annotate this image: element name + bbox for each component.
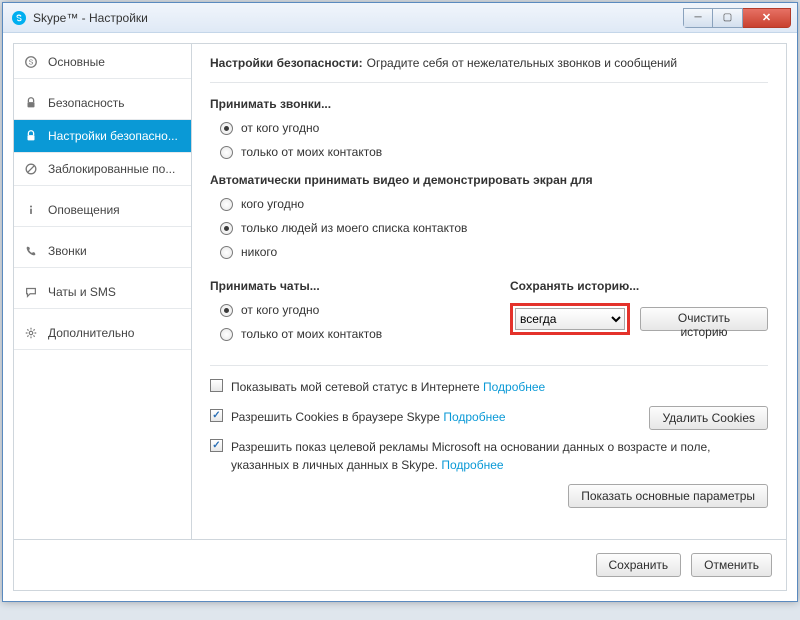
radio-chats-contacts[interactable]: только от моих контактов bbox=[220, 327, 480, 341]
radio-icon bbox=[220, 198, 233, 211]
sidebar-item-security-settings[interactable]: Настройки безопасно... bbox=[14, 120, 191, 153]
sidebar: S Основные Безопасность Настройки безопа… bbox=[14, 44, 192, 539]
chat-icon bbox=[24, 285, 38, 299]
history-select-highlight: всегда bbox=[510, 303, 630, 335]
radio-calls-contacts[interactable]: только от моих контактов bbox=[220, 145, 768, 159]
radio-icon bbox=[220, 304, 233, 317]
heading-bold: Настройки безопасности: bbox=[210, 56, 363, 70]
learn-more-link[interactable]: Подробнее bbox=[441, 458, 503, 472]
sidebar-item-label: Звонки bbox=[48, 244, 87, 258]
sidebar-item-notifications[interactable]: Оповещения bbox=[14, 194, 191, 227]
footer: Сохранить Отменить bbox=[14, 540, 786, 590]
gear-icon bbox=[24, 326, 38, 340]
sidebar-item-label: Заблокированные по... bbox=[48, 162, 175, 176]
radio-icon bbox=[220, 146, 233, 159]
page-heading: Настройки безопасности: Оградите себя от… bbox=[210, 56, 768, 83]
sidebar-item-blocked[interactable]: Заблокированные по... bbox=[14, 153, 191, 186]
checkbox-icon bbox=[210, 409, 223, 422]
sidebar-item-label: Чаты и SMS bbox=[48, 285, 116, 299]
sidebar-item-label: Дополнительно bbox=[48, 326, 134, 340]
minimize-button[interactable]: ─ bbox=[683, 8, 713, 28]
delete-cookies-button[interactable]: Удалить Cookies bbox=[649, 406, 768, 430]
check-allow-cookies[interactable]: Разрешить Cookies в браузере Skype Подро… bbox=[210, 408, 639, 426]
learn-more-link[interactable]: Подробнее bbox=[443, 410, 505, 424]
section-history-title: Сохранять историю... bbox=[510, 279, 768, 293]
radio-label: от кого угодно bbox=[241, 303, 319, 317]
radio-label: только от моих контактов bbox=[241, 327, 382, 341]
lock-icon bbox=[24, 96, 38, 110]
radio-label: только от моих контактов bbox=[241, 145, 382, 159]
section-video-title: Автоматически принимать видео и демонстр… bbox=[210, 173, 768, 187]
blocked-icon bbox=[24, 162, 38, 176]
sidebar-item-chats[interactable]: Чаты и SMS bbox=[14, 276, 191, 309]
sidebar-item-calls[interactable]: Звонки bbox=[14, 235, 191, 268]
radio-label: никого bbox=[241, 245, 277, 259]
clear-history-button[interactable]: Очистить историю bbox=[640, 307, 768, 331]
radio-calls-anyone[interactable]: от кого угодно bbox=[220, 121, 768, 135]
sidebar-item-security[interactable]: Безопасность bbox=[14, 87, 191, 120]
check-allow-ads[interactable]: Разрешить показ целевой рекламы Microsof… bbox=[210, 438, 768, 474]
history-select[interactable]: всегда bbox=[515, 308, 625, 330]
phone-icon bbox=[24, 244, 38, 258]
settings-window: Skype™ - Настройки ─ ▢ ✕ S Основные Безо… bbox=[2, 2, 798, 602]
lock-icon bbox=[24, 129, 38, 143]
checkbox-icon bbox=[210, 439, 223, 452]
close-button[interactable]: ✕ bbox=[743, 8, 791, 28]
skype-icon: S bbox=[24, 55, 38, 69]
radio-video-nobody[interactable]: никого bbox=[220, 245, 768, 259]
sidebar-item-label: Безопасность bbox=[48, 96, 125, 110]
heading-desc: Оградите себя от нежелательных звонков и… bbox=[367, 56, 677, 70]
radio-chats-anyone[interactable]: от кого угодно bbox=[220, 303, 480, 317]
radio-icon bbox=[220, 222, 233, 235]
sidebar-item-label: Основные bbox=[48, 55, 105, 69]
titlebar[interactable]: Skype™ - Настройки ─ ▢ ✕ bbox=[3, 3, 797, 33]
radio-icon bbox=[220, 246, 233, 259]
check-label: Показывать мой сетевой статус в Интернет… bbox=[231, 380, 480, 394]
radio-label: кого угодно bbox=[241, 197, 304, 211]
skype-icon bbox=[11, 10, 27, 26]
sidebar-item-general[interactable]: S Основные bbox=[14, 46, 191, 79]
section-calls-title: Принимать звонки... bbox=[210, 97, 768, 111]
window-controls: ─ ▢ ✕ bbox=[683, 8, 791, 28]
section-chats-title: Принимать чаты... bbox=[210, 279, 480, 293]
save-button[interactable]: Сохранить bbox=[596, 553, 682, 577]
radio-video-anyone[interactable]: кого угодно bbox=[220, 197, 768, 211]
radio-label: от кого угодно bbox=[241, 121, 319, 135]
check-label: Разрешить Cookies в браузере Skype bbox=[231, 410, 440, 424]
info-icon bbox=[24, 203, 38, 217]
sidebar-item-advanced[interactable]: Дополнительно bbox=[14, 317, 191, 350]
svg-text:S: S bbox=[29, 60, 34, 67]
learn-more-link[interactable]: Подробнее bbox=[483, 380, 545, 394]
maximize-button[interactable]: ▢ bbox=[713, 8, 743, 28]
toggle-basic-button[interactable]: Показать основные параметры bbox=[568, 484, 768, 508]
radio-icon bbox=[220, 328, 233, 341]
sidebar-item-label: Оповещения bbox=[48, 203, 120, 217]
check-show-status[interactable]: Показывать мой сетевой статус в Интернет… bbox=[210, 378, 768, 396]
checkbox-icon bbox=[210, 379, 223, 392]
main-panel: Настройки безопасности: Оградите себя от… bbox=[192, 44, 786, 539]
cancel-button[interactable]: Отменить bbox=[691, 553, 772, 577]
radio-label: только людей из моего списка контактов bbox=[241, 221, 467, 235]
radio-icon bbox=[220, 122, 233, 135]
sidebar-item-label: Настройки безопасно... bbox=[48, 129, 178, 143]
window-title: Skype™ - Настройки bbox=[33, 11, 683, 25]
radio-video-contacts[interactable]: только людей из моего списка контактов bbox=[220, 221, 768, 235]
content: S Основные Безопасность Настройки безопа… bbox=[13, 43, 787, 591]
